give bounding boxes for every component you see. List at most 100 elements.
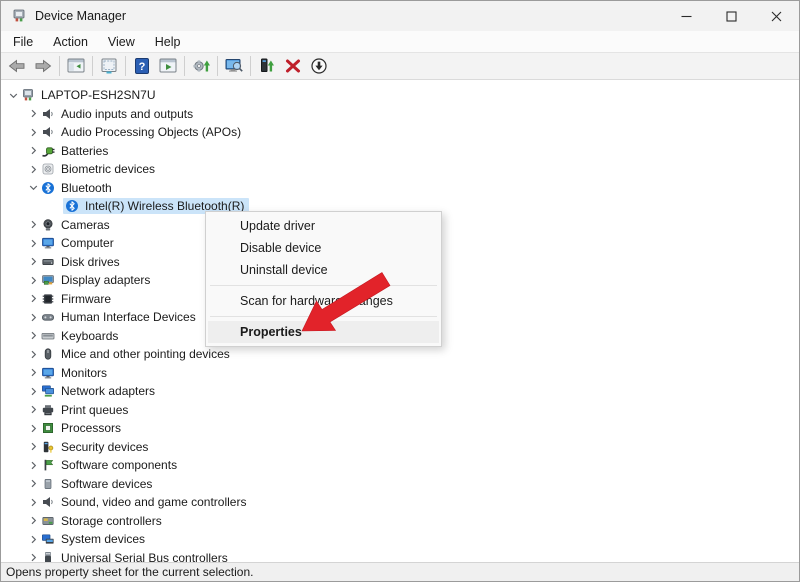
tree-item-security-devices[interactable]: Security devices: [1, 438, 799, 457]
tree-item-network-adapters[interactable]: Network adapters: [1, 382, 799, 401]
chevron-right-icon[interactable]: [25, 402, 41, 418]
chevron-right-icon[interactable]: [25, 531, 41, 547]
context-menu-item-update-driver[interactable]: Update driver: [208, 215, 439, 237]
chevron-right-icon[interactable]: [25, 346, 41, 362]
context-menu-item-disable-device[interactable]: Disable device: [208, 237, 439, 259]
tree-item-label: Software components: [61, 458, 178, 473]
tree-item-label: Disk drives: [61, 254, 120, 269]
device-manager-window: Device Manager File Action View Help ? L…: [0, 0, 800, 582]
tree-item-universal-serial-bus-controllers[interactable]: Universal Serial Bus controllers: [1, 549, 799, 562]
tree-item-software-devices[interactable]: Software devices: [1, 475, 799, 494]
tree-item-print-queues[interactable]: Print queues: [1, 401, 799, 420]
tree-item-audio-inputs-and-outputs[interactable]: Audio inputs and outputs: [1, 105, 799, 124]
tree-item-label: Biometric devices: [61, 162, 156, 177]
tree-item-label: Monitors: [61, 365, 108, 380]
tree-item-mice-and-other-pointing-devices[interactable]: Mice and other pointing devices: [1, 345, 799, 364]
security-icon: [41, 440, 55, 454]
tree-item-software-components[interactable]: Software components: [1, 456, 799, 475]
tree-item-label: Keyboards: [61, 328, 119, 343]
properties-pane-button[interactable]: [96, 54, 122, 78]
hid-icon: [41, 310, 55, 324]
menu-view[interactable]: View: [98, 33, 145, 51]
chevron-right-icon[interactable]: [25, 254, 41, 270]
chevron-right-icon[interactable]: [25, 439, 41, 455]
minimize-button[interactable]: [664, 1, 709, 31]
close-button[interactable]: [754, 1, 799, 31]
tree-item-label: Processors: [61, 421, 122, 436]
context-menu-item-scan-for-hardware-changes[interactable]: Scan for hardware changes: [208, 290, 439, 312]
back-button[interactable]: [4, 54, 30, 78]
console-tree-button[interactable]: [63, 54, 89, 78]
chevron-right-icon[interactable]: [25, 476, 41, 492]
chevron-right-icon[interactable]: [25, 550, 41, 562]
chevron-right-icon[interactable]: [25, 365, 41, 381]
window-properties-icon: [99, 57, 119, 75]
tree-item-label: Software devices: [61, 476, 153, 491]
arrow-right-icon: [33, 57, 53, 75]
toolbar: ?: [1, 53, 799, 80]
tree-item-sound-video-and-game-controllers[interactable]: Sound, video and game controllers: [1, 493, 799, 512]
chevron-right-icon[interactable]: [25, 494, 41, 510]
tree-item-label: Security devices: [61, 439, 149, 454]
speaker-icon: [41, 107, 55, 121]
tree-item-audio-processing-objects-apos[interactable]: Audio Processing Objects (APOs): [1, 123, 799, 142]
add-drivers-button[interactable]: [254, 54, 280, 78]
chevron-right-icon[interactable]: [25, 420, 41, 436]
device-up-icon: [257, 57, 277, 75]
toolbar-separator: [59, 56, 60, 76]
chevron-right-icon[interactable]: [25, 143, 41, 159]
menu-file[interactable]: File: [3, 33, 43, 51]
tree-item-system-devices[interactable]: System devices: [1, 530, 799, 549]
tree-item-label: System devices: [61, 532, 146, 547]
help-icon: ?: [132, 57, 152, 75]
chevron-right-icon[interactable]: [25, 328, 41, 344]
chevron-right-icon[interactable]: [25, 161, 41, 177]
maximize-button[interactable]: [709, 1, 754, 31]
chevron-right-icon[interactable]: [25, 272, 41, 288]
softdev-icon: [41, 477, 55, 491]
window-title: Device Manager: [35, 9, 127, 23]
speaker-icon: [41, 125, 55, 139]
help-button[interactable]: ?: [129, 54, 155, 78]
chevron-right-icon[interactable]: [25, 106, 41, 122]
tree-item-laptop-esh2sn7u[interactable]: LAPTOP-ESH2SN7U: [1, 86, 799, 105]
chevron-right-icon[interactable]: [25, 124, 41, 140]
chevron-right-icon[interactable]: [25, 309, 41, 325]
tree-item-bluetooth[interactable]: Bluetooth: [1, 179, 799, 198]
monitor-icon: [41, 236, 55, 250]
firmware-icon: [41, 292, 55, 306]
chevron-down-icon[interactable]: [5, 87, 21, 103]
chevron-right-icon[interactable]: [25, 383, 41, 399]
update-driver-button[interactable]: [188, 54, 214, 78]
chevron-right-icon[interactable]: [25, 513, 41, 529]
tree-item-storage-controllers[interactable]: Storage controllers: [1, 512, 799, 531]
scan-hardware-changes-button[interactable]: [221, 54, 247, 78]
printer-icon: [41, 403, 55, 417]
storage-icon: [41, 514, 55, 528]
tree-item-monitors[interactable]: Monitors: [1, 364, 799, 383]
tree-item-processors[interactable]: Processors: [1, 419, 799, 438]
forward-button[interactable]: [30, 54, 56, 78]
context-menu-item-uninstall-device[interactable]: Uninstall device: [208, 259, 439, 281]
tree-item-label: LAPTOP-ESH2SN7U: [41, 88, 156, 103]
chevron-right-icon[interactable]: [25, 217, 41, 233]
disable-device-button[interactable]: [306, 54, 332, 78]
chevron-down-icon[interactable]: [25, 180, 41, 196]
status-bar: Opens property sheet for the current sel…: [1, 562, 799, 581]
tree-item-batteries[interactable]: Batteries: [1, 142, 799, 161]
fingerprint-icon: [41, 162, 55, 176]
down-circle-icon: [309, 57, 329, 75]
mouse-icon: [41, 347, 55, 361]
chevron-right-icon[interactable]: [25, 291, 41, 307]
menu-help[interactable]: Help: [145, 33, 191, 51]
uninstall-device-button[interactable]: [280, 54, 306, 78]
tree-item-label: Network adapters: [61, 384, 156, 399]
device-manager-icon: [11, 8, 27, 24]
tree-item-label: Computer: [61, 236, 114, 251]
tree-item-biometric-devices[interactable]: Biometric devices: [1, 160, 799, 179]
context-menu-item-properties[interactable]: Properties: [208, 321, 439, 343]
menu-action[interactable]: Action: [43, 33, 98, 51]
chevron-right-icon[interactable]: [25, 457, 41, 473]
action-pane-button[interactable]: [155, 54, 181, 78]
chevron-right-icon[interactable]: [25, 235, 41, 251]
